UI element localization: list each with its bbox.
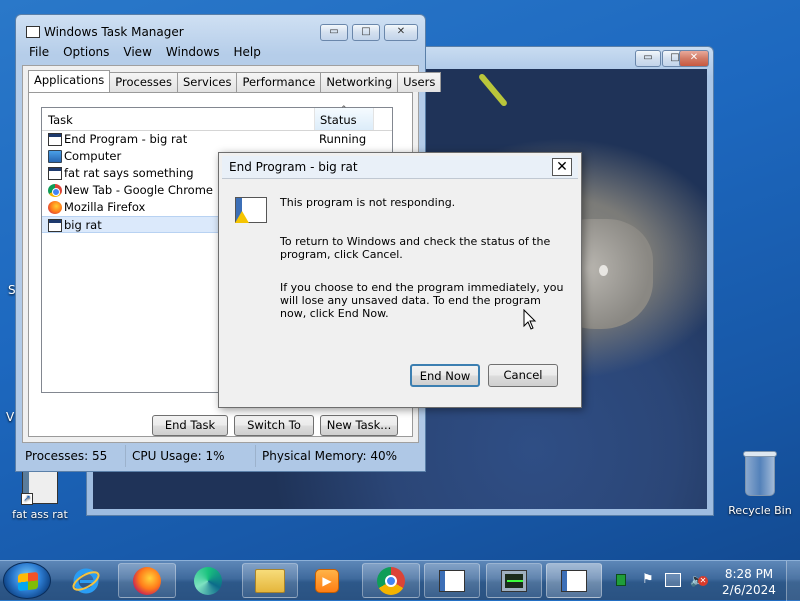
menu-windows[interactable]: Windows	[166, 45, 220, 63]
tab-applications[interactable]: Applications	[28, 70, 111, 92]
tray-network-icon[interactable]	[665, 573, 681, 587]
task-row[interactable]: End Program - big rat Running	[42, 131, 392, 148]
taskbar-media-player[interactable]: ▶	[300, 563, 354, 598]
tab-processes[interactable]: Processes	[109, 72, 178, 92]
plant-leaf	[477, 72, 509, 108]
taskbar-internet-explorer[interactable]	[60, 563, 112, 598]
media-player-icon: ▶	[315, 568, 339, 593]
task-manager-icon	[26, 26, 40, 38]
folder-icon	[255, 568, 285, 593]
tray-action-center-flag-icon[interactable]: ⚑	[642, 572, 656, 588]
status-cpu-usage: CPU Usage: 1%	[126, 445, 256, 467]
taskbar-window-app-active[interactable]	[546, 563, 602, 598]
desktop-icon-recycle-bin[interactable]: Recycle Bin	[722, 451, 798, 517]
show-desktop-button[interactable]	[786, 561, 800, 601]
status-bar: Processes: 55 CPU Usage: 1% Physical Mem…	[22, 445, 419, 467]
chrome-icon	[377, 566, 405, 595]
recycle-bin-icon	[743, 451, 777, 496]
menu-help[interactable]: Help	[233, 45, 260, 63]
window-title: Windows Task Manager	[44, 25, 184, 39]
firefox-icon	[133, 566, 161, 595]
shortcut-arrow-icon: ↗	[21, 493, 33, 505]
menu-view[interactable]: View	[123, 45, 151, 63]
window-shortcut-icon: ↗	[21, 470, 58, 505]
computer-icon	[48, 150, 62, 163]
task-manager-icon	[501, 569, 527, 592]
desktop-edge-text-v: V	[6, 410, 15, 424]
tab-services[interactable]: Services	[176, 72, 238, 92]
task-status: Running	[319, 132, 367, 146]
end-task-button[interactable]: End Task	[152, 415, 228, 436]
firefox-icon	[48, 201, 62, 214]
taskbar-chrome[interactable]	[362, 563, 420, 598]
taskbar-app-swirl[interactable]	[180, 563, 236, 598]
menu-bar: File Options View Windows Help	[22, 45, 419, 63]
status-processes: Processes: 55	[22, 445, 126, 467]
clock[interactable]: 8:28 PM 2/6/2024	[720, 566, 778, 598]
tab-performance[interactable]: Performance	[236, 72, 322, 92]
mouse-cursor-icon	[523, 309, 537, 330]
task-name: fat rat says something	[64, 166, 194, 180]
close-button[interactable]: ✕	[384, 24, 418, 41]
end-program-dialog[interactable]: End Program - big rat ✕ This program is …	[218, 152, 582, 408]
minimize-button[interactable]: ▭	[635, 50, 661, 67]
dialog-message-cancel-hint: To return to Windows and check the statu…	[280, 235, 551, 261]
start-button[interactable]	[3, 562, 51, 599]
desktop-icon-label: Recycle Bin	[728, 504, 792, 517]
task-name: Mozilla Firefox	[64, 200, 146, 214]
tab-users[interactable]: Users	[397, 72, 442, 92]
taskbar-task-manager[interactable]	[486, 563, 542, 598]
minimize-button[interactable]: ▭	[320, 24, 348, 41]
tray-network-activity-icon[interactable]	[616, 574, 626, 586]
menu-file[interactable]: File	[29, 45, 49, 63]
cancel-button[interactable]: Cancel	[488, 364, 558, 387]
dialog-title-bar[interactable]: End Program - big rat ✕	[222, 156, 578, 179]
taskbar-window-app[interactable]	[424, 563, 480, 598]
task-name: New Tab - Google Chrome	[64, 183, 213, 197]
dialog-message-not-responding: This program is not responding.	[280, 196, 456, 209]
tray-volume-muted-icon[interactable]: 🔈✕	[690, 573, 708, 589]
green-swirl-icon	[194, 566, 222, 595]
clock-time: 8:28 PM	[724, 567, 774, 581]
menu-options[interactable]: Options	[63, 45, 109, 63]
warning-icon	[235, 211, 249, 223]
tab-networking[interactable]: Networking	[320, 72, 399, 92]
task-name: Computer	[64, 149, 122, 163]
desktop-shortcut-fat-ass-rat[interactable]: ↗ fat ass rat	[4, 470, 76, 521]
dialog-title: End Program - big rat	[229, 160, 358, 174]
window-icon	[439, 569, 465, 592]
switch-to-button[interactable]: Switch To	[234, 415, 314, 436]
end-now-button[interactable]: End Now	[410, 364, 480, 387]
clock-date: 2/6/2024	[722, 583, 776, 597]
windows-logo-icon	[18, 571, 38, 592]
column-header-task[interactable]: Task	[48, 113, 73, 127]
desktop-icon-label: fat ass rat	[12, 508, 68, 521]
column-header-status[interactable]: Status	[314, 108, 374, 130]
list-header: Task ⌃ Status	[42, 105, 392, 131]
dialog-close-button[interactable]: ✕	[552, 158, 572, 176]
window-icon	[48, 133, 62, 146]
close-button[interactable]: ✕	[679, 50, 709, 67]
task-name: End Program - big rat	[64, 132, 188, 146]
task-name: big rat	[64, 218, 102, 232]
window-icon	[48, 167, 62, 180]
taskbar-file-explorer[interactable]	[242, 563, 298, 598]
taskbar-firefox[interactable]	[118, 563, 176, 598]
window-icon	[561, 569, 587, 592]
taskbar: ▶ ⚑ 🔈✕ 8:28 PM 2/6/2024	[0, 560, 800, 601]
new-task-button[interactable]: New Task...	[320, 415, 398, 436]
status-physical-memory: Physical Memory: 40%	[262, 449, 398, 463]
maximize-button[interactable]: □	[352, 24, 380, 41]
rat-eye	[599, 265, 608, 276]
tab-strip: Applications Processes Services Performa…	[28, 70, 442, 92]
window-icon	[48, 219, 62, 232]
chrome-icon	[48, 184, 62, 197]
internet-explorer-icon	[72, 568, 100, 593]
